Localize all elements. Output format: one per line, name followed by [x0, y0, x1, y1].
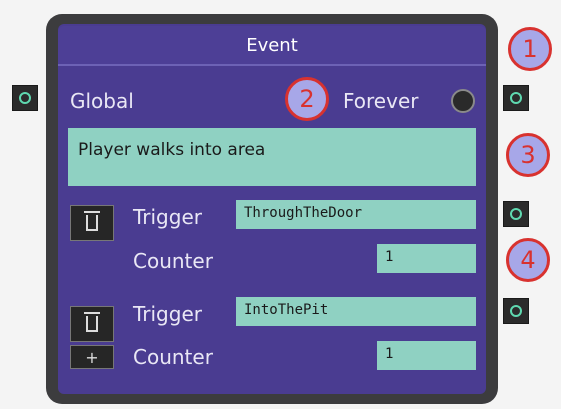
trigger-1-label: Trigger	[133, 205, 202, 229]
annotation-badge-1: 1	[508, 27, 552, 71]
port-ring-icon	[19, 92, 31, 104]
forever-toggle[interactable]	[451, 89, 475, 113]
output-port-trigger-1[interactable]	[503, 201, 529, 227]
counter-1-input[interactable]: 1	[377, 244, 476, 273]
annotation-badge-3: 3	[506, 133, 550, 177]
trash-icon	[84, 211, 100, 231]
counter-1-label: Counter	[133, 249, 213, 273]
node-title[interactable]: Event	[58, 26, 486, 66]
port-ring-icon	[510, 208, 522, 220]
trash-icon	[84, 312, 100, 332]
counter-2-input[interactable]: 1	[377, 341, 476, 370]
output-port-main[interactable]	[503, 85, 529, 111]
trigger-2-input[interactable]: IntoThePit	[236, 297, 476, 326]
port-ring-icon	[510, 92, 522, 104]
counter-2-label: Counter	[133, 345, 213, 369]
trigger-2-label: Trigger	[133, 302, 202, 326]
description-field[interactable]: Player walks into area	[68, 128, 476, 186]
input-port[interactable]	[12, 85, 38, 111]
annotation-badge-4: 4	[506, 238, 550, 282]
output-port-trigger-2[interactable]	[503, 298, 529, 324]
delete-trigger-2-button[interactable]	[70, 306, 114, 342]
delete-trigger-1-button[interactable]	[70, 205, 114, 241]
port-ring-icon	[510, 305, 522, 317]
mode-label: Forever	[343, 89, 419, 113]
scope-label: Global	[70, 89, 134, 113]
trigger-1-input[interactable]: ThroughTheDoor	[236, 200, 476, 229]
annotation-badge-2: 2	[285, 77, 329, 121]
add-trigger-button[interactable]: +	[70, 345, 114, 369]
